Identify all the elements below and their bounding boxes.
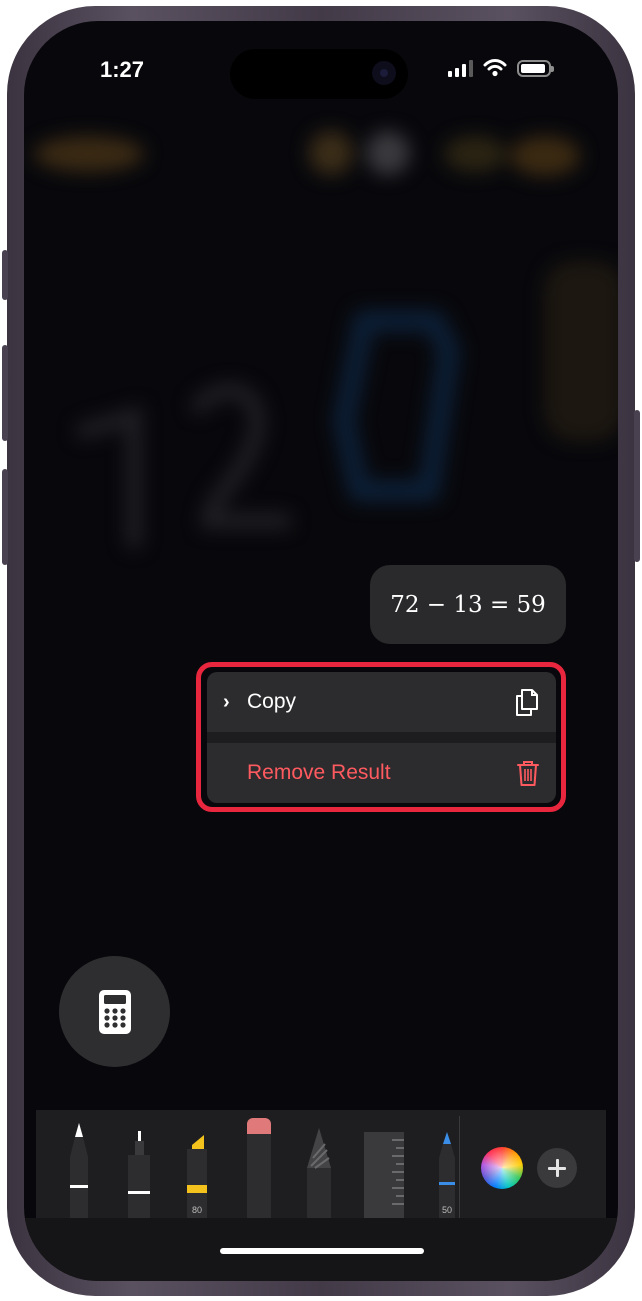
eraser-icon <box>247 1118 271 1218</box>
ruler-tool[interactable] <box>362 1132 406 1218</box>
crayon-opacity-label: 50 <box>441 1205 452 1215</box>
toolbar-divider <box>459 1116 460 1218</box>
ruler-icon <box>364 1132 404 1218</box>
power-button <box>634 410 640 562</box>
pen-icon <box>70 1123 88 1218</box>
highlighter-tool[interactable]: 80 <box>184 1135 210 1218</box>
plus-icon[interactable] <box>537 1148 577 1188</box>
highlight-box <box>196 662 566 812</box>
status-icons <box>448 59 554 77</box>
home-indicator[interactable] <box>220 1248 424 1254</box>
status-time: 1:27 <box>100 57 145 82</box>
calculator-button[interactable] <box>59 956 170 1067</box>
eraser-tool[interactable] <box>246 1118 272 1218</box>
action-button <box>2 250 8 300</box>
volume-up-button <box>2 345 8 441</box>
pen-tool[interactable] <box>66 1121 92 1218</box>
color-wheel-icon[interactable] <box>481 1147 523 1189</box>
math-result[interactable]: 72 − 13 = 59 <box>370 565 566 644</box>
calculator-icon <box>98 989 131 1034</box>
monoline-tool[interactable] <box>125 1131 153 1218</box>
monoline-icon <box>128 1131 150 1218</box>
highlighter-opacity-label: 80 <box>191 1205 202 1215</box>
front-camera <box>372 61 396 85</box>
wifi-icon <box>483 59 507 77</box>
battery-icon <box>517 59 554 77</box>
screen: 1:27 72 − 13 = 59 › Copy Remove Result 8… <box>24 21 618 1281</box>
crayon-tool[interactable]: 50 <box>436 1132 458 1218</box>
cellular-signal-icon <box>448 59 473 77</box>
pencil-icon <box>307 1128 331 1218</box>
markup-toolbar: 80 50 <box>36 1110 606 1218</box>
pencil-tool[interactable] <box>305 1128 333 1218</box>
blurred-canvas <box>24 21 618 1281</box>
volume-down-button <box>2 469 8 565</box>
